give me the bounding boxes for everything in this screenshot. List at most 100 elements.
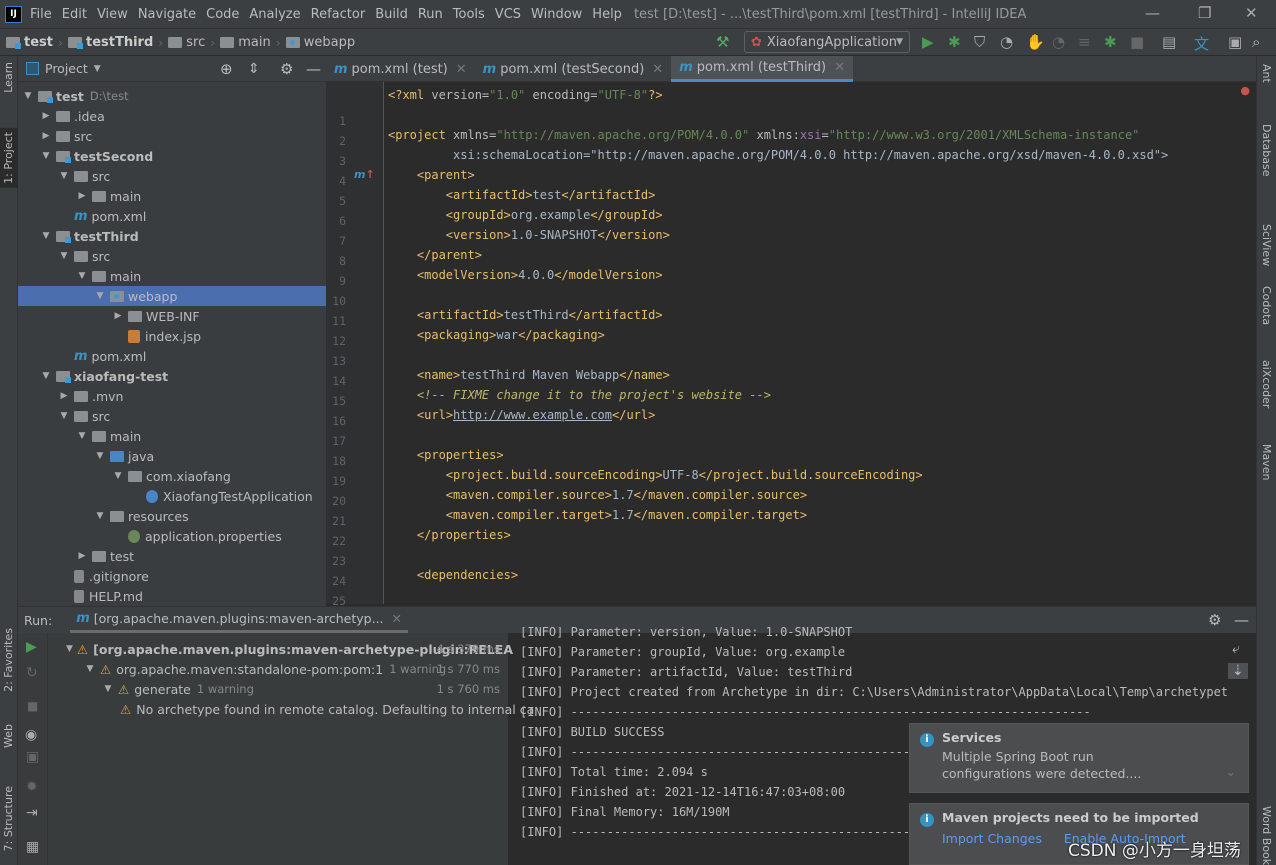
chevron-down-icon[interactable]: ▼ [40,151,52,161]
chevron-down-icon[interactable]: ▼ [40,371,52,381]
tree-item[interactable]: m pom.xml [18,346,326,366]
tree-item[interactable]: m pom.xml [18,206,326,226]
code-line[interactable]: <maven.compiler.target>1.7</maven.compil… [388,508,807,522]
camera-icon[interactable]: ▣ [26,749,39,765]
tree-item[interactable]: ▶ test [18,546,326,566]
step-icon[interactable]: ≡ [1078,33,1091,51]
chevron-down-icon[interactable]: ▼ [112,471,124,481]
tree-item[interactable]: index.jsp [18,326,326,346]
layout-icon[interactable]: ▦ [26,839,39,855]
close-window-button[interactable]: ✕ [1245,4,1258,22]
chevron-right-icon[interactable]: ▶ [58,391,70,401]
code-line[interactable]: <!-- FIXME change it to the project's we… [388,388,771,402]
code-line[interactable]: <groupId>org.example</groupId> [388,208,663,222]
chevron-right-icon[interactable]: ▶ [40,111,52,121]
tree-item[interactable]: ▼ main [18,426,326,446]
collapse-all-icon[interactable]: ⇕ [248,61,260,77]
run-tree-item[interactable]: ▼ ⚠ org.apache.maven:standalone-pom:pom:1 1… [84,659,506,679]
tree-item[interactable]: ▶ .idea [18,106,326,126]
menu-code[interactable]: Code [206,7,239,22]
stop-icon[interactable]: ■ [27,699,38,713]
hide-icon[interactable]: — [306,60,321,78]
rerun-icon[interactable]: ▶ [26,639,37,655]
chevron-down-icon[interactable]: ▼ [40,231,52,241]
close-tab-icon[interactable]: ✕ [834,60,845,75]
history-icon[interactable]: ◔ [1052,33,1065,51]
menu-tools[interactable]: Tools [453,7,485,22]
code-line[interactable]: <packaging>war</packaging> [388,328,605,342]
exit-icon[interactable]: ⇥ [26,805,38,821]
run-tree-item[interactable]: ▼ ⚠ [org.apache.maven.plugins:maven-archet… [66,639,513,659]
breadcrumb-item[interactable]: webapp [285,35,355,50]
soft-wrap-icon[interactable]: ⤶ [1232,641,1240,657]
hide-icon[interactable]: — [1234,611,1249,629]
code-line[interactable]: <project.build.sourceEncoding>UTF-8</pro… [388,468,923,482]
import-changes-link[interactable]: Import Changes [942,831,1042,846]
tree-item[interactable]: ▼ resources [18,506,326,526]
tree-item[interactable]: .gitignore [18,566,326,586]
menu-file[interactable]: File [30,7,52,22]
tree-item[interactable]: ▼ com.xiaofang [18,466,326,486]
database-tool-tab[interactable]: Database [1260,124,1273,177]
code-line[interactable]: <dependencies> [388,568,518,582]
structure-tool-tab[interactable]: 7: Structure [2,786,15,851]
search-icon[interactable]: ⌕ [1252,33,1260,51]
notification-services[interactable]: i Services Multiple Spring Boot run conf… [909,723,1249,793]
chevron-down-icon[interactable]: ▼ [76,271,88,281]
scroll-to-end-icon[interactable]: ⇣ [1228,663,1248,679]
code-line[interactable]: xsi:schemaLocation="http://maven.apache.… [388,148,1168,162]
debug-bracket-icon[interactable]: ✱ [1104,33,1117,51]
run-configuration-select[interactable]: ✿ XiaofangApplication ▼ [744,31,910,53]
run-tree-item[interactable]: ▼ ⚠ generate 1 warning 1 s 760 ms [102,679,506,699]
locate-icon[interactable]: ⊕ [220,60,233,78]
coverage-icon[interactable]: ⛉ [974,33,985,51]
tree-item[interactable]: ▼ src [18,246,326,266]
code-line[interactable]: </properties> [388,528,511,542]
code-line[interactable]: <name>testThird Maven Webapp</name> [388,368,670,382]
tree-item[interactable]: XiaofangTestApplication [18,486,326,506]
code-line[interactable]: <maven.compiler.source>1.7</maven.compil… [388,488,807,502]
code-line[interactable]: <version>1.0-SNAPSHOT</version> [388,228,670,242]
tree-item[interactable]: application.properties [18,526,326,546]
code-line[interactable]: <modelVersion>4.0.0</modelVersion> [388,268,663,282]
chevron-down-icon[interactable]: ▼ [94,291,106,301]
codota-tool-tab[interactable]: Codota [1260,286,1273,325]
run-tree-item[interactable]: ⚠ No archetype found in remote catalog. D… [120,699,534,719]
translate-icon[interactable]: 文 [1194,33,1209,54]
tree-item[interactable]: ▼ testThird [18,226,326,246]
debug-icon[interactable]: ✱ [948,33,961,51]
menu-run[interactable]: Run [418,7,443,22]
close-tab-icon[interactable]: ✕ [392,611,402,626]
close-tab-icon[interactable]: ✕ [652,62,663,77]
maven-parent-gutter-icon[interactable]: m↑ [354,168,375,181]
chevron-down-icon[interactable]: ▼ [58,251,70,261]
favorites-tool-tab[interactable]: 2: Favorites [2,628,15,692]
tree-item[interactable]: ▼ webapp [18,286,326,306]
menu-refactor[interactable]: Refactor [311,7,366,22]
sciview-tool-tab[interactable]: SciView [1260,224,1273,266]
menu-view[interactable]: View [97,7,128,22]
chevron-down-icon[interactable]: ▼ [84,664,96,674]
build-hammer-icon[interactable]: ⚒ [716,33,729,51]
breadcrumb-item[interactable]: main [220,35,271,50]
tree-item[interactable]: ▶ src [18,126,326,146]
profile-icon[interactable]: ◔ [1000,33,1013,51]
tree-item[interactable]: ▶ main [18,186,326,206]
learn-tab[interactable]: Learn [2,62,15,93]
chevron-right-icon[interactable]: ▶ [76,551,88,561]
attach-icon[interactable]: ✋ [1026,33,1045,51]
run-tab[interactable]: m [org.apache.maven.plugins:maven-archet… [70,607,409,633]
close-tab-icon[interactable]: ✕ [456,62,467,77]
code-line[interactable]: <?xml version="1.0" encoding="UTF-8"?> [388,88,663,102]
menu-analyze[interactable]: Analyze [249,7,300,22]
menu-build[interactable]: Build [375,7,408,22]
menu-help[interactable]: Help [592,7,622,22]
rerun-failed-icon[interactable]: ↻ [26,665,38,681]
settings-icon[interactable]: ✹ [26,779,38,795]
restore-button[interactable]: ❐ [1198,4,1211,22]
run-icon[interactable]: ▶ [922,33,934,51]
tab-pom-xml[interactable]: m pom.xml (testThird) ✕ [671,56,854,82]
tree-item[interactable]: ▶ WEB-INF [18,306,326,326]
chevron-down-icon[interactable]: ▼ [94,451,106,461]
stop-icon[interactable]: ■ [1130,33,1144,51]
